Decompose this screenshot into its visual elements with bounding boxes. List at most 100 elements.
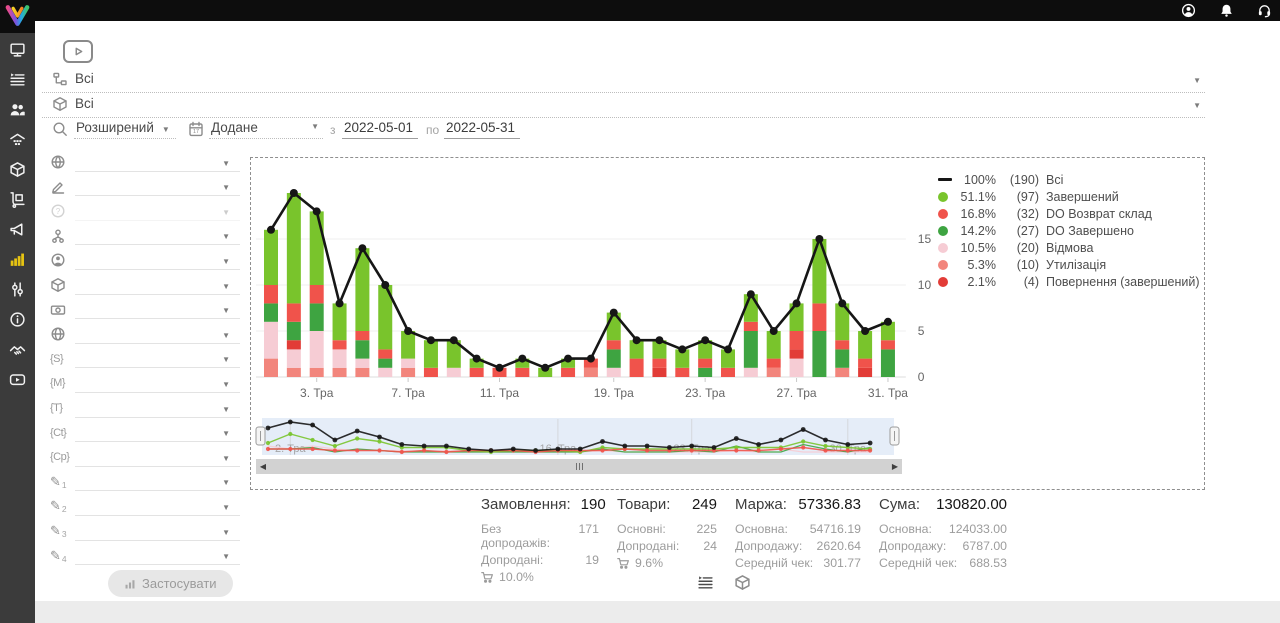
hierarchy-icon [50, 228, 66, 244]
legend-item[interactable]: 14.2%(27)DO Завершено [938, 222, 1200, 239]
apply-button[interactable]: Застосувати [108, 570, 233, 597]
stat-sub-value: 19 [585, 553, 599, 567]
scrollbar-thumb[interactable] [270, 459, 888, 474]
date-field-value: Додане [211, 120, 258, 135]
chevron-down-icon: ▼ [222, 553, 230, 561]
date-from-input[interactable] [342, 117, 418, 139]
filter-select-pencil4[interactable]: ✎4▼ [42, 545, 240, 570]
legend-item[interactable]: 10.5%(20)Відмова [938, 239, 1200, 256]
video-tutorial-button[interactable] [63, 40, 93, 63]
monitor-icon [9, 41, 26, 58]
bar-segment [515, 368, 529, 377]
bar-segment [310, 331, 324, 368]
footer-strip [35, 601, 1280, 623]
users-icon [9, 101, 26, 118]
bar-segment [812, 239, 826, 303]
filter-select-product[interactable]: ▼ [42, 274, 240, 299]
filter-select-s[interactable]: {S}▼ [42, 348, 240, 373]
filter-select-money[interactable]: ▼ [42, 299, 240, 324]
search-mode-select[interactable]: Розширений▼ [74, 119, 176, 139]
chart-icon [9, 251, 26, 268]
filter-select-world[interactable]: ▼ [42, 151, 240, 176]
support-icon[interactable] [1257, 3, 1272, 18]
sidebar-item-chart[interactable] [0, 244, 35, 274]
stat-sub-value: 688.53 [969, 556, 1007, 570]
filter-select-t[interactable]: {T}▼ [42, 397, 240, 422]
bar-segment [287, 322, 301, 340]
filter-select-ct[interactable]: {Ct}▼ [42, 422, 240, 447]
cart-icon [617, 557, 630, 570]
bar-segment [630, 359, 644, 377]
app-logo[interactable] [0, 0, 35, 33]
search-icon [52, 121, 68, 137]
legend-item[interactable]: 2.1%(4)Повернення (завершений) [938, 273, 1200, 290]
view-orders-list-button[interactable] [697, 574, 714, 591]
chevron-down-icon: ▼ [222, 332, 230, 340]
bar-segment [812, 303, 826, 331]
y-axis-tick: 0 [918, 370, 925, 384]
filter-select-globe[interactable]: ▼ [42, 323, 240, 348]
sidebar-item-video[interactable] [0, 364, 35, 394]
filter-select-question: ?▼ [42, 200, 240, 225]
date-field-select[interactable]: Додане▼ [209, 119, 323, 139]
legend-count: (20) [1003, 241, 1039, 255]
stat-cart-percent: 10.0% [499, 570, 534, 584]
stat-cart-percent: 9.6% [635, 556, 663, 570]
total-line-point [610, 309, 618, 317]
total-line-point [701, 336, 709, 344]
source-filter-select[interactable]: Всі ▼ [42, 68, 1205, 93]
filter-select-pencil1[interactable]: ✎1▼ [42, 471, 240, 496]
analytics-page: Всі ▼ Всі ▼ Розширений▼ 17 Додане▼ з по … [0, 0, 1280, 623]
legend-item[interactable]: 16.8%(32)DO Возврат склад [938, 205, 1200, 222]
sidebar-item-warehouse[interactable] [0, 124, 35, 154]
sidebar-item-sliders[interactable] [0, 274, 35, 304]
calendar-icon[interactable]: 17 [188, 121, 204, 137]
notifications-icon[interactable] [1219, 3, 1234, 18]
view-products-button[interactable] [734, 574, 751, 591]
bar-segment [333, 368, 347, 377]
sidebar-item-info[interactable] [0, 304, 35, 334]
sidebar-item-users[interactable] [0, 94, 35, 124]
sidebar-item-handshake[interactable] [0, 334, 35, 364]
source-filter-value: Всі [75, 71, 94, 86]
orders-stacked-chart[interactable]: 0510153. Тра7. Тра11. Тра19. Тра23. Тра2… [252, 163, 962, 408]
apply-button-label: Застосувати [142, 576, 217, 591]
sidebar-item-trolley[interactable] [0, 184, 35, 214]
user-icon[interactable] [1181, 3, 1196, 18]
total-line-point [564, 355, 572, 363]
filter-select-signature[interactable]: ▼ [42, 176, 240, 201]
chart-navigator[interactable]: 2. Тра16. Тра23. Тра30. Тра [254, 417, 902, 459]
x-axis-tick: 27. Тра [777, 386, 817, 400]
person-icon [50, 252, 66, 268]
filter-select-hierarchy[interactable]: ▼ [42, 225, 240, 250]
pencil-2-icon: ✎2 [50, 498, 67, 514]
legend-percent: 51.1% [956, 190, 996, 204]
sidebar-item-list[interactable] [0, 64, 35, 94]
legend-item[interactable]: 51.1%(97)Завершений [938, 188, 1200, 205]
filter-select-m[interactable]: {M}▼ [42, 372, 240, 397]
select-underline [75, 466, 240, 467]
sidebar-item-monitor[interactable] [0, 34, 35, 64]
sidebar-item-megaphone[interactable] [0, 214, 35, 244]
bar-segment [790, 359, 804, 377]
date-to-input[interactable] [444, 117, 520, 139]
package-icon [52, 96, 68, 112]
legend-item[interactable]: 5.3%(10)Утилізація [938, 256, 1200, 273]
filter-select-pencil3[interactable]: ✎3▼ [42, 520, 240, 545]
search-mode-value: Розширений [76, 120, 154, 135]
legend-item[interactable]: 100%(190)Всі [938, 171, 1200, 188]
chevron-down-icon: ▼ [222, 184, 230, 192]
product-filter-select[interactable]: Всі ▼ [42, 93, 1205, 118]
chevron-down-icon: ▼ [222, 258, 230, 266]
bar-segment [744, 322, 758, 331]
filter-select-pencil2[interactable]: ✎2▼ [42, 495, 240, 520]
filter-select-person[interactable]: ▼ [42, 249, 240, 274]
sidebar-item-cube[interactable] [0, 154, 35, 184]
chevron-down-icon: ▼ [222, 233, 230, 241]
scroll-left-arrow[interactable]: ◀ [256, 459, 270, 474]
filter-select-cp[interactable]: {Cp}▼ [42, 446, 240, 471]
legend-line-swatch [938, 178, 952, 181]
megaphone-icon [9, 221, 26, 238]
select-underline [75, 490, 240, 491]
scroll-right-arrow[interactable]: ▶ [888, 459, 902, 474]
